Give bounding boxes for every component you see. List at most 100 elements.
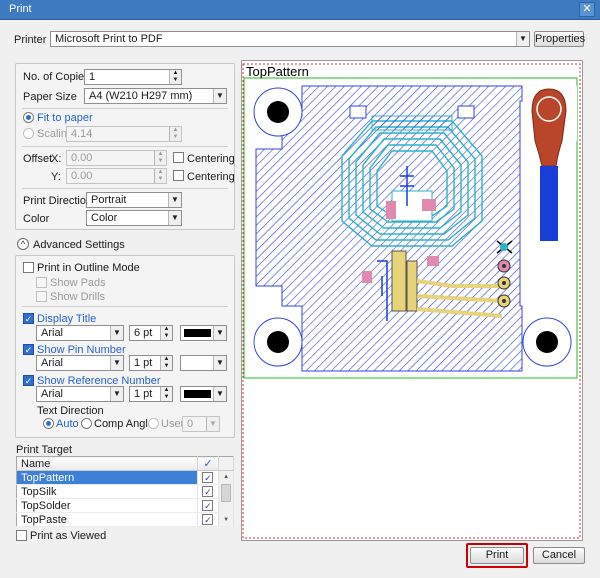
reference-color-picker[interactable]: ▼ bbox=[180, 386, 227, 402]
smd-pad bbox=[349, 105, 367, 119]
reference-size-value: 1 pt bbox=[134, 388, 153, 400]
scroll-down-icon[interactable]: ▼ bbox=[219, 514, 233, 526]
spin-icon[interactable]: ▲ ▼ bbox=[160, 326, 172, 340]
reference-font-select[interactable]: Arial ▼ bbox=[36, 386, 124, 402]
pin-size-value: 1 pt bbox=[134, 357, 153, 369]
vertical-scrollbar[interactable]: ▲ ▼ bbox=[218, 470, 234, 527]
column-name-header[interactable]: Name bbox=[16, 456, 198, 471]
show-drills-checkbox[interactable] bbox=[36, 291, 47, 302]
text-direction-comp-angle-radio[interactable] bbox=[81, 418, 92, 429]
target-name[interactable]: TopPaste bbox=[16, 512, 198, 527]
spin-icon[interactable]: ▲ ▼ bbox=[160, 356, 172, 370]
chevron-down-icon: ▼ bbox=[168, 211, 181, 225]
offset-x-stepper[interactable]: 0.00 ▲ ▼ bbox=[66, 150, 167, 166]
print-button[interactable]: Print bbox=[470, 547, 524, 564]
table-row[interactable]: TopSilk ✓ bbox=[16, 484, 234, 499]
scrollbar-thumb[interactable] bbox=[221, 484, 231, 502]
text-direction-comp-angle-label: Comp Angle bbox=[94, 418, 154, 430]
display-title-checkbox[interactable]: ✓ bbox=[23, 313, 34, 324]
power-trace bbox=[540, 166, 558, 241]
copies-stepper[interactable]: 1 ▲ ▼ bbox=[84, 69, 182, 85]
connector-hole bbox=[502, 264, 506, 268]
color-select[interactable]: Color ▼ bbox=[86, 210, 182, 226]
paper-size-value: A4 (W210 H297 mm) bbox=[89, 90, 193, 102]
target-name[interactable]: TopSilk bbox=[16, 484, 198, 499]
text-direction-user-radio[interactable] bbox=[148, 418, 159, 429]
printer-value: Microsoft Print to PDF bbox=[55, 33, 163, 45]
spin-icon[interactable]: ▲ ▼ bbox=[154, 151, 166, 165]
reference-color-swatch bbox=[184, 390, 211, 398]
column-check-header[interactable]: ✓ bbox=[197, 456, 220, 471]
show-reference-number-checkbox[interactable]: ✓ bbox=[23, 375, 34, 386]
target-name[interactable]: TopSolder bbox=[16, 498, 198, 513]
title-font-select[interactable]: Arial ▼ bbox=[36, 325, 124, 341]
spin-icon[interactable]: ▲ ▼ bbox=[169, 127, 181, 141]
scaling-stepper[interactable]: 4.14 ▲ ▼ bbox=[66, 126, 182, 142]
spin-icon[interactable]: ▲ ▼ bbox=[154, 169, 166, 183]
target-name[interactable]: TopPattern bbox=[16, 470, 198, 485]
print-direction-value: Portrait bbox=[91, 194, 127, 206]
cancel-button[interactable]: Cancel bbox=[533, 547, 585, 564]
pin-font-value: Arial bbox=[41, 357, 64, 369]
divider bbox=[22, 108, 228, 109]
print-direction-select[interactable]: Portrait ▼ bbox=[86, 192, 182, 208]
show-pin-number-checkbox[interactable]: ✓ bbox=[23, 344, 34, 355]
offset-x-value: 0.00 bbox=[71, 152, 93, 164]
centering-x-checkbox[interactable] bbox=[173, 152, 184, 163]
chevron-down-icon: ▼ bbox=[110, 326, 123, 340]
fit-to-paper-radio[interactable] bbox=[23, 112, 34, 123]
title-color-picker[interactable]: ▼ bbox=[180, 325, 227, 341]
advanced-settings-label[interactable]: Advanced Settings bbox=[33, 239, 125, 251]
print-target-table: Name ✓ TopPattern ✓ ▲ ▼ TopSilk ✓ TopSol… bbox=[16, 456, 234, 527]
table-row[interactable]: TopPaste ✓ bbox=[16, 512, 234, 527]
user-angle-value: 0 bbox=[187, 418, 194, 430]
chevron-down-icon: ▼ bbox=[516, 32, 529, 46]
preview-title: TopPattern bbox=[246, 64, 309, 79]
print-as-viewed-checkbox[interactable] bbox=[16, 530, 27, 541]
window-title: Print bbox=[9, 3, 32, 15]
spin-icon[interactable]: ▲ ▼ bbox=[160, 387, 172, 401]
chevron-down-icon: ▼ bbox=[213, 326, 226, 340]
check-icon: ✓ bbox=[203, 458, 213, 470]
smd-pad bbox=[457, 105, 475, 119]
target-checkbox[interactable]: ✓ bbox=[202, 499, 214, 511]
antenna-feed bbox=[371, 115, 453, 131]
print-target-label: Print Target bbox=[16, 444, 73, 456]
divider bbox=[22, 306, 228, 307]
target-checkbox[interactable]: ✓ bbox=[202, 513, 214, 525]
target-checkbox[interactable]: ✓ bbox=[202, 471, 214, 483]
user-angle-select[interactable]: 0 ▼ bbox=[182, 416, 220, 432]
text-direction-label: Text Direction bbox=[37, 405, 104, 417]
scaling-radio[interactable] bbox=[23, 128, 34, 139]
fit-to-paper-label: Fit to paper bbox=[37, 112, 93, 124]
text-direction-auto-radio[interactable] bbox=[43, 418, 54, 429]
pin-size-stepper[interactable]: 1 pt ▲ ▼ bbox=[129, 355, 173, 371]
table-row[interactable]: TopPattern ✓ ▲ ▼ bbox=[16, 470, 234, 527]
show-drills-label: Show Drills bbox=[50, 291, 106, 303]
title-size-stepper[interactable]: 6 pt ▲ ▼ bbox=[129, 325, 173, 341]
chevron-down-icon: ▼ bbox=[206, 417, 219, 431]
print-as-viewed-label: Print as Viewed bbox=[30, 530, 107, 542]
text-direction-auto-label: Auto bbox=[56, 418, 79, 430]
table-row[interactable]: TopSolder ✓ bbox=[16, 498, 234, 513]
reference-size-stepper[interactable]: 1 pt ▲ ▼ bbox=[129, 386, 173, 402]
display-title-label: Display Title bbox=[37, 313, 97, 325]
pin-color-picker[interactable]: ▼ bbox=[180, 355, 227, 371]
outline-mode-checkbox[interactable] bbox=[23, 262, 34, 273]
chevron-down-icon: ▼ bbox=[110, 387, 123, 401]
close-icon[interactable]: ✕ bbox=[579, 2, 595, 17]
paper-size-select[interactable]: A4 (W210 H297 mm) ▼ bbox=[84, 88, 227, 104]
target-checkbox[interactable]: ✓ bbox=[202, 485, 214, 497]
pin-color-swatch bbox=[184, 359, 211, 367]
collapse-icon[interactable]: ^ bbox=[17, 238, 29, 250]
show-pads-checkbox[interactable] bbox=[36, 277, 47, 288]
scroll-up-icon[interactable]: ▲ bbox=[219, 471, 233, 483]
properties-button[interactable]: Properties bbox=[534, 31, 585, 47]
component-pad bbox=[362, 271, 372, 283]
pin-font-select[interactable]: Arial ▼ bbox=[36, 355, 124, 371]
centering-y-checkbox[interactable] bbox=[173, 170, 184, 181]
printer-select[interactable]: Microsoft Print to PDF ▼ bbox=[50, 31, 530, 47]
spin-icon[interactable]: ▲ ▼ bbox=[169, 70, 181, 84]
offset-y-stepper[interactable]: 0.00 ▲ ▼ bbox=[66, 168, 167, 184]
component-pad bbox=[386, 201, 396, 219]
